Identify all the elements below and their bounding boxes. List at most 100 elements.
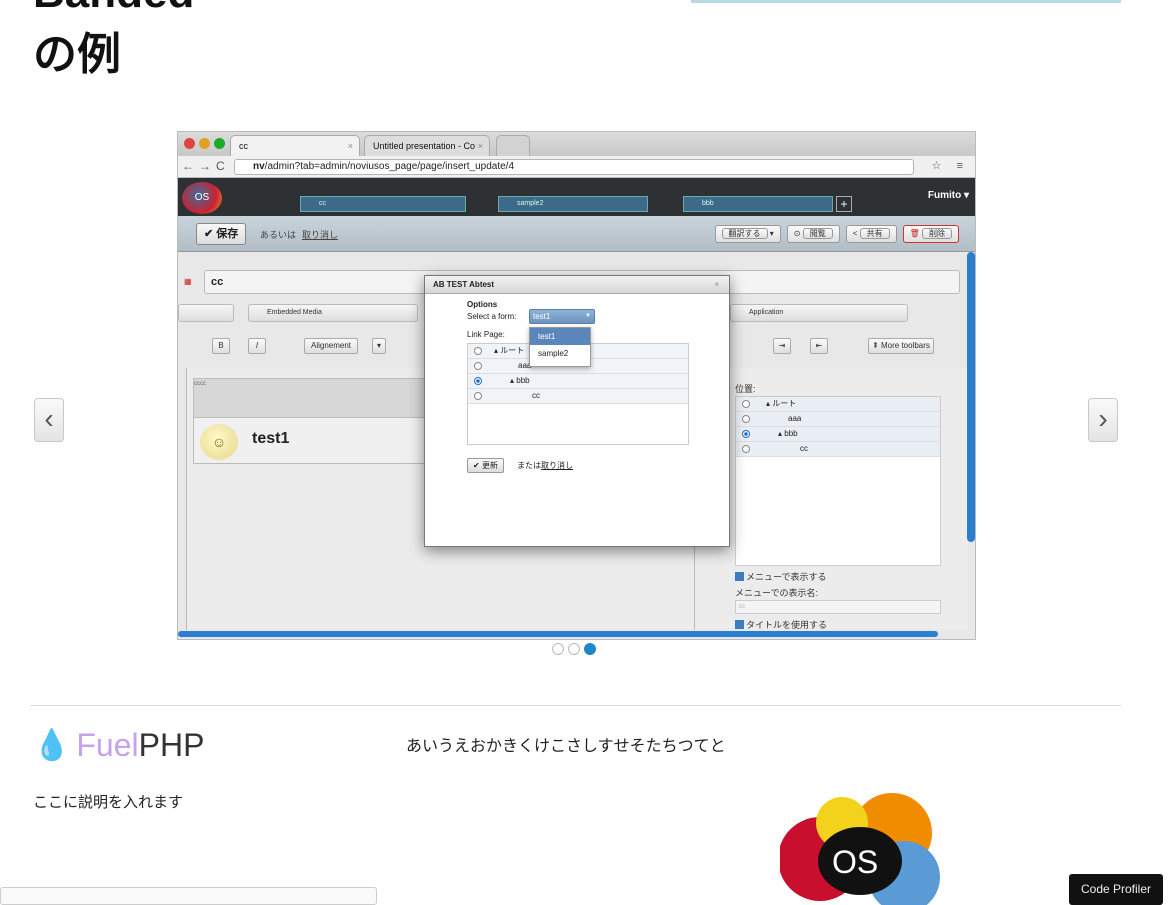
close-icon[interactable]: × — [714, 276, 719, 293]
indent-button[interactable]: ⇥ — [773, 338, 791, 354]
tree-row[interactable]: cc — [736, 442, 940, 457]
tree-row[interactable]: aaa — [736, 412, 940, 427]
alignment-select[interactable]: Alignement — [304, 338, 358, 354]
tree-row[interactable]: ▴ ルート — [736, 397, 940, 412]
tree-row[interactable]: cc — [468, 389, 688, 404]
radio-icon[interactable] — [742, 400, 750, 408]
tree-label-text: bbb — [784, 429, 798, 438]
toolbar-actions: 翻訳する ▾ ⊙ 閲覧 < 共有 🗑 削除 — [714, 225, 959, 243]
radio-checked-icon[interactable] — [474, 377, 482, 385]
cancel-link[interactable]: 取り消し — [302, 230, 338, 240]
address-bar: ←→C nv/admin?tab=admin/noviusos_page/pag… — [178, 156, 975, 178]
update-button[interactable]: ✔ 更新 — [467, 458, 504, 473]
options-heading: Options — [467, 300, 498, 309]
close-tab-icon[interactable]: × — [348, 136, 353, 156]
carousel-prev-button[interactable]: ‹ — [34, 398, 64, 442]
embedded-media-button[interactable]: Embedded Media — [248, 304, 418, 322]
view-button[interactable]: ⊙ 閲覧 — [786, 225, 840, 243]
radio-icon[interactable] — [474, 347, 482, 355]
horizontal-scrollbar[interactable] — [178, 631, 938, 637]
uk-flag-icon: ▦ — [184, 277, 192, 286]
maximize-window-icon[interactable] — [214, 138, 225, 149]
url-host: nv — [253, 161, 265, 172]
page-tab-label: sample2 — [517, 200, 544, 207]
page-tab-label: bbb — [702, 200, 714, 207]
browser-tab-bar: cc × Untitled presentation - Co × — [178, 132, 975, 156]
use-title-label: タイトルを使用する — [746, 620, 828, 630]
footer-kana-text: あいうえおかきくけこさしすせそたちつてと — [406, 738, 726, 755]
tree-label: ▴ bbb — [778, 429, 798, 438]
form-select[interactable]: test1 ▼ — [529, 309, 595, 324]
media-button-blank[interactable] — [178, 304, 234, 322]
browser-tab-presentation[interactable]: Untitled presentation - Co × — [364, 135, 490, 156]
tree-row[interactable]: ▴ bbb — [736, 427, 940, 442]
new-tab-button[interactable] — [496, 135, 530, 156]
alignment-dropdown-icon[interactable]: ▾ — [372, 338, 386, 354]
bottom-input-field[interactable] — [0, 887, 377, 905]
footer-description: ここに説明を入れます — [33, 794, 184, 811]
checkbox-icon[interactable] — [735, 572, 744, 581]
url-input[interactable]: nv/admin?tab=admin/noviusos_page/page/in… — [234, 159, 914, 175]
show-in-menu-checkbox[interactable]: メニューで表示する — [735, 570, 826, 583]
translate-button[interactable]: 翻訳する ▾ — [714, 225, 781, 243]
abtest-dialog: AB TEST Abtest × Options Select a form: t… — [424, 275, 730, 547]
page-tab-cc[interactable]: cc — [300, 196, 466, 212]
more-toolbars-button[interactable]: ⇞ More toolbars — [868, 338, 934, 354]
link-page-label: Link Page: — [467, 330, 505, 339]
page-tab-label: cc — [319, 200, 326, 207]
share-button[interactable]: < 共有 — [845, 225, 897, 243]
form-select-value: test1 — [533, 312, 551, 321]
url-path: /admin?tab=admin/noviusos_page/page/inse… — [264, 161, 515, 172]
carousel-dot-3[interactable] — [584, 643, 596, 655]
application-button[interactable]: Application — [730, 304, 908, 322]
save-button[interactable]: ✔ 保存 — [196, 223, 247, 245]
carousel-dot-2[interactable] — [568, 643, 580, 655]
window-controls — [184, 138, 225, 149]
form-option-test1[interactable]: test1 — [530, 328, 590, 345]
minimize-window-icon[interactable] — [199, 138, 210, 149]
vertical-scrollbar[interactable] — [967, 252, 975, 542]
application-label: Application — [749, 309, 784, 316]
nav-arrows-icon[interactable]: ←→C — [182, 159, 230, 173]
carousel-dot-1[interactable] — [552, 643, 564, 655]
page-tab-bbb[interactable]: bbb — [683, 196, 833, 212]
delete-button[interactable]: 🗑 削除 — [902, 225, 959, 243]
form-option-sample2[interactable]: sample2 — [530, 345, 590, 362]
carousel-next-button[interactable]: › — [1088, 398, 1118, 442]
tree-row[interactable]: ▴ bbb — [468, 374, 688, 389]
dialog-title: AB TEST Abtest — [433, 280, 495, 289]
checkbox-icon[interactable] — [735, 620, 744, 629]
page-title: Banded の例 — [33, 0, 194, 86]
outdent-button[interactable]: ⇤ — [810, 338, 828, 354]
bold-button[interactable]: B — [212, 338, 230, 354]
radio-icon[interactable] — [474, 392, 482, 400]
embedded-media-label: Embedded Media — [267, 309, 322, 316]
star-menu-icon[interactable]: ☆ ≡ — [932, 159, 969, 172]
top-divider — [691, 0, 1121, 3]
close-window-icon[interactable] — [184, 138, 195, 149]
user-menu[interactable]: Fumito ▾ — [928, 190, 969, 201]
novius-logo[interactable]: OS — [182, 182, 222, 214]
cancel-link[interactable]: 取り消し — [541, 461, 573, 470]
page-title-line2: の例 — [33, 30, 121, 79]
close-tab-icon[interactable]: × — [478, 136, 483, 156]
tree-label: cc — [532, 391, 540, 400]
page-tab-sample2[interactable]: sample2 — [498, 196, 648, 212]
os-logo-text: OS — [832, 844, 878, 880]
radio-icon[interactable] — [474, 362, 482, 370]
radio-checked-icon[interactable] — [742, 430, 750, 438]
add-tab-button[interactable]: + — [836, 196, 852, 212]
use-title-checkbox[interactable]: タイトルを使用する — [735, 618, 827, 631]
properties-panel: 位置: ▴ ルート aaa ▴ bbb cc メニューで表示する メニューでの表… — [694, 368, 968, 630]
more-toolbars-label: More toolbars — [881, 341, 930, 350]
position-tree: ▴ ルート aaa ▴ bbb cc — [735, 396, 941, 566]
menu-name-input[interactable]: cc — [735, 600, 941, 614]
radio-icon[interactable] — [742, 445, 750, 453]
browser-tab-label: Untitled presentation - Co — [373, 141, 476, 151]
translate-label: 翻訳する — [721, 228, 768, 239]
code-profiler-button[interactable]: Code Profiler — [1069, 874, 1163, 905]
browser-tab-cc[interactable]: cc × — [230, 135, 360, 156]
radio-icon[interactable] — [742, 415, 750, 423]
browser-tab-label: cc — [239, 141, 248, 151]
italic-button[interactable]: I — [248, 338, 266, 354]
